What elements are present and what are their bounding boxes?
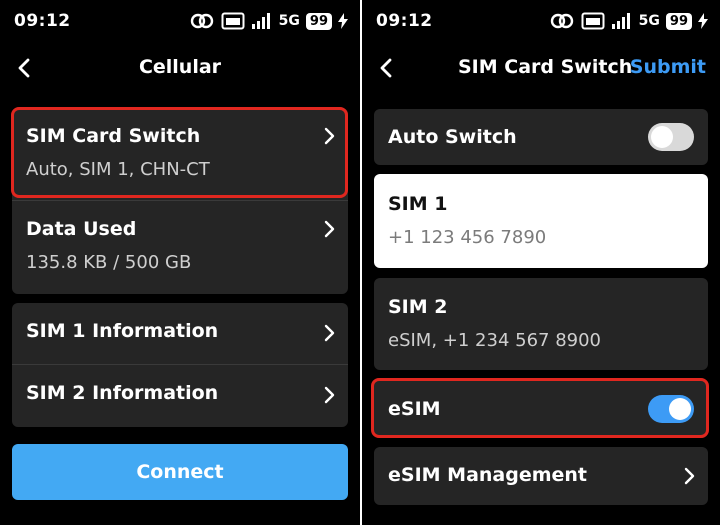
data-used-title: Data Used: [26, 218, 137, 240]
chevron-right-icon: [324, 220, 335, 238]
esim-management-row[interactable]: eSIM Management: [374, 447, 708, 505]
toggle-knob: [669, 398, 691, 420]
status-bar: 09:12 5G 99: [362, 0, 720, 44]
data-used-value: 135.8 KB / 500 GB: [26, 252, 192, 273]
sim2-information-label: SIM 2 Information: [26, 382, 219, 404]
sim-card-icon: [581, 12, 605, 30]
battery-level: 99: [305, 12, 332, 30]
data-used-row[interactable]: Data Used 135.8 KB / 500 GB: [12, 201, 348, 294]
status-icons: 5G 99: [549, 11, 708, 31]
battery-level: 99: [665, 12, 692, 30]
sim-card-icon: [221, 12, 245, 30]
sim1-content: SIM 1 +1 123 456 7890: [374, 174, 708, 248]
toggle-knob: [651, 126, 673, 148]
nav-bar: Cellular: [0, 44, 360, 92]
network-type-label: 5G: [278, 13, 300, 29]
sim2-number: eSIM, +1 234 567 8900: [388, 330, 602, 351]
sim1-title: SIM 1: [388, 193, 448, 215]
hotspot-link-icon: [550, 13, 573, 29]
status-time: 09:12: [376, 11, 433, 31]
chevron-right-icon: [324, 386, 335, 404]
sim-info-card: SIM 1 Information SIM 2 Information: [12, 303, 348, 427]
sim1-number: +1 123 456 7890: [388, 227, 547, 248]
sim-card-switch-title: SIM Card Switch: [26, 125, 201, 147]
sim1-information-label: SIM 1 Information: [26, 320, 219, 342]
status-time: 09:12: [14, 11, 71, 31]
cellular-screen: 09:12 5G 99 Cellular SIM Card Switch Aut…: [0, 0, 360, 525]
nav-bar: SIM Card Switch Submit: [362, 44, 720, 92]
submit-button[interactable]: Submit: [630, 56, 706, 78]
sim-card-switch-row[interactable]: SIM Card Switch Auto, SIM 1, CHN-CT: [12, 108, 348, 200]
sim2-information-row[interactable]: SIM 2 Information: [12, 365, 348, 427]
chevron-right-icon: [684, 467, 695, 485]
network-type-label: 5G: [638, 13, 660, 29]
sim2-option[interactable]: SIM 2 eSIM, +1 234 567 8900: [374, 278, 708, 370]
cellular-main-card: SIM Card Switch Auto, SIM 1, CHN-CT Data…: [12, 108, 348, 294]
charging-bolt-icon: [338, 13, 348, 29]
auto-switch-toggle[interactable]: [648, 123, 694, 151]
auto-switch-row: Auto Switch: [374, 109, 708, 165]
esim-row: eSIM: [374, 380, 708, 438]
sim1-option[interactable]: SIM 1 +1 123 456 7890: [374, 174, 708, 268]
page-title: SIM Card Switch: [458, 56, 633, 78]
sim2-content: SIM 2 eSIM, +1 234 567 8900: [374, 278, 708, 351]
sim-card-switch-screen: 09:12 5G 99 SIM Card Switch Submit Auto …: [362, 0, 720, 525]
esim-management-content: eSIM Management: [374, 447, 708, 486]
signal-strength-icon: [611, 13, 630, 29]
page-title: Cellular: [138, 56, 222, 78]
hotspot-link-icon: [190, 13, 213, 29]
sim-card-switch-value: Auto, SIM 1, CHN-CT: [26, 159, 210, 180]
signal-strength-icon: [251, 13, 270, 29]
sim2-title: SIM 2: [388, 296, 448, 318]
status-bar: 09:12 5G 99: [0, 0, 360, 44]
esim-management-label: eSIM Management: [388, 464, 588, 486]
status-icons: 5G 99: [189, 11, 348, 31]
sim1-information-row[interactable]: SIM 1 Information: [12, 303, 348, 364]
back-arrow-icon[interactable]: [372, 54, 400, 82]
connect-button[interactable]: Connect: [12, 444, 348, 500]
chevron-right-icon: [324, 324, 335, 342]
chevron-right-icon: [324, 127, 335, 145]
charging-bolt-icon: [698, 13, 708, 29]
esim-toggle[interactable]: [648, 395, 694, 423]
